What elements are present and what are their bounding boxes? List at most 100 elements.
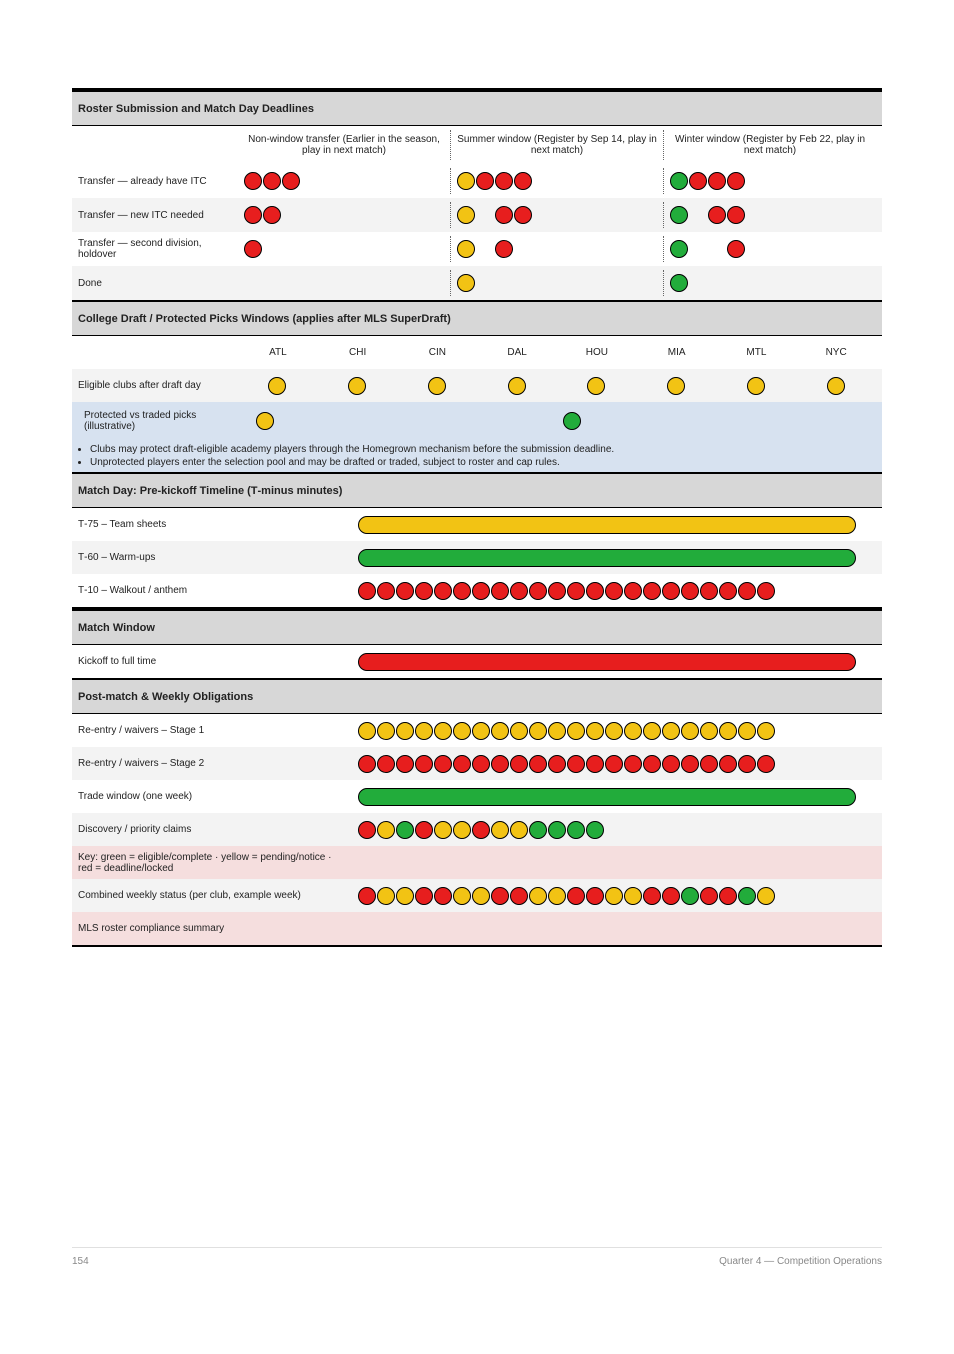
dot-icon xyxy=(548,722,566,740)
dot-icon xyxy=(495,172,513,190)
clubs-label-row: ATLCHICINDALHOUMIAMTLNYC xyxy=(72,336,882,369)
row-label: Done xyxy=(72,266,232,300)
data-row: Re‑entry / waivers – Stage 1 xyxy=(72,714,882,747)
dot-icon xyxy=(268,377,286,395)
tri-column-header: Non‑window transfer (Earlier in the seas… xyxy=(72,126,882,164)
row-label: Key: green = eligible/complete · yellow … xyxy=(72,846,352,879)
dot-icon xyxy=(587,377,605,395)
post-rows: Re‑entry / waivers – Stage 1Re‑entry / w… xyxy=(72,714,882,947)
dot-icon xyxy=(548,582,566,600)
top-margin xyxy=(72,44,882,88)
dot-icon xyxy=(605,582,623,600)
dot-icon xyxy=(514,206,532,224)
dot-icon xyxy=(624,582,642,600)
data-row: Key: green = eligible/complete · yellow … xyxy=(72,846,882,879)
dot-icon xyxy=(681,722,699,740)
dot-icon xyxy=(567,887,585,905)
dot-icon xyxy=(396,755,414,773)
dot-icon xyxy=(670,240,688,258)
dot-icon xyxy=(282,172,300,190)
dot-icon xyxy=(529,582,547,600)
dot-icon xyxy=(453,722,471,740)
dot-icon xyxy=(415,887,433,905)
dot-icon xyxy=(396,821,414,839)
dot-icon xyxy=(719,755,737,773)
dot-icon xyxy=(476,172,494,190)
dot-icon xyxy=(457,172,475,190)
dot-icon xyxy=(586,722,604,740)
dot-icon xyxy=(434,582,452,600)
dot-icon xyxy=(700,755,718,773)
dot-icon xyxy=(491,821,509,839)
dot-icon xyxy=(757,887,775,905)
section-header-5: Post‑match & Weekly Obligations xyxy=(72,678,882,714)
dot-icon xyxy=(667,377,685,395)
main-table: Roster Submission and Match Day Deadline… xyxy=(72,88,882,947)
dot-icon xyxy=(377,755,395,773)
dot-icon xyxy=(605,722,623,740)
row-label: Combined weekly status (per club, exampl… xyxy=(72,879,352,912)
data-row: T‑10 – Walkout / anthem xyxy=(72,574,882,609)
section-1-title: Roster Submission and Match Day Deadline… xyxy=(78,103,314,115)
dot-icon xyxy=(643,755,661,773)
dot-icon xyxy=(567,755,585,773)
keep-left xyxy=(256,412,563,430)
club-dot-cell xyxy=(557,377,637,395)
data-row: T‑60 – Warm‑ups xyxy=(72,541,882,574)
club-dot-cell xyxy=(238,377,318,395)
section-3-title: Match Day: Pre‑kickoff Timeline (T‑minus… xyxy=(78,485,342,497)
dot-icon xyxy=(567,582,585,600)
row-label: Transfer — new ITC needed xyxy=(72,198,232,232)
dot-icon xyxy=(434,821,452,839)
row-label: T‑10 – Walkout / anthem xyxy=(72,574,352,607)
dot-icon xyxy=(510,821,528,839)
club-dots xyxy=(232,369,882,402)
dot-icon xyxy=(586,582,604,600)
dot-icon xyxy=(719,887,737,905)
dot-icon xyxy=(348,377,366,395)
dot-icon xyxy=(708,206,726,224)
dot-icon xyxy=(529,722,547,740)
dot-icon xyxy=(738,722,756,740)
row-visual xyxy=(352,813,882,846)
dot-icon xyxy=(453,887,471,905)
section-header-3: Match Day: Pre‑kickoff Timeline (T‑minus… xyxy=(72,472,882,508)
top-row: Transfer — already have ITC xyxy=(72,164,882,198)
data-row: MLS roster compliance summary xyxy=(72,912,882,947)
row-visual xyxy=(352,879,882,912)
dot-icon xyxy=(358,722,376,740)
dot-icon xyxy=(757,582,775,600)
club-name: MTL xyxy=(717,347,797,358)
dot-icon xyxy=(643,582,661,600)
top-row: Done xyxy=(72,266,882,300)
dot-icon xyxy=(396,582,414,600)
dot-icon xyxy=(491,722,509,740)
tri-cell xyxy=(663,202,876,228)
club-dot-cell xyxy=(398,377,478,395)
dot-icon xyxy=(738,755,756,773)
row-visual xyxy=(352,912,882,945)
dot-icon xyxy=(415,722,433,740)
club-dot-cell xyxy=(637,377,717,395)
top-row: Transfer — second division, holdover xyxy=(72,232,882,266)
dot-icon xyxy=(643,722,661,740)
match-rows: T‑75 – Team sheetsT‑60 – Warm‑upsT‑10 – … xyxy=(72,508,882,609)
row-label: Discovery / priority claims xyxy=(72,813,352,846)
tri-cell xyxy=(450,270,663,296)
club-name: DAL xyxy=(477,347,557,358)
row-visual xyxy=(352,508,882,541)
club-name: CHI xyxy=(318,347,398,358)
data-row: Kickoff to full time xyxy=(72,645,882,678)
dot-icon xyxy=(738,582,756,600)
dot-icon xyxy=(700,582,718,600)
dot-icon xyxy=(472,821,490,839)
club-names: ATLCHICINDALHOUMIAMTLNYC xyxy=(232,336,882,369)
dot-icon xyxy=(548,887,566,905)
dot-icon xyxy=(567,722,585,740)
dot-icon xyxy=(529,755,547,773)
tri-cell xyxy=(450,202,663,228)
club-name: HOU xyxy=(557,347,637,358)
dot-icon xyxy=(358,755,376,773)
dot-icon xyxy=(727,206,745,224)
dot-icon xyxy=(244,240,262,258)
